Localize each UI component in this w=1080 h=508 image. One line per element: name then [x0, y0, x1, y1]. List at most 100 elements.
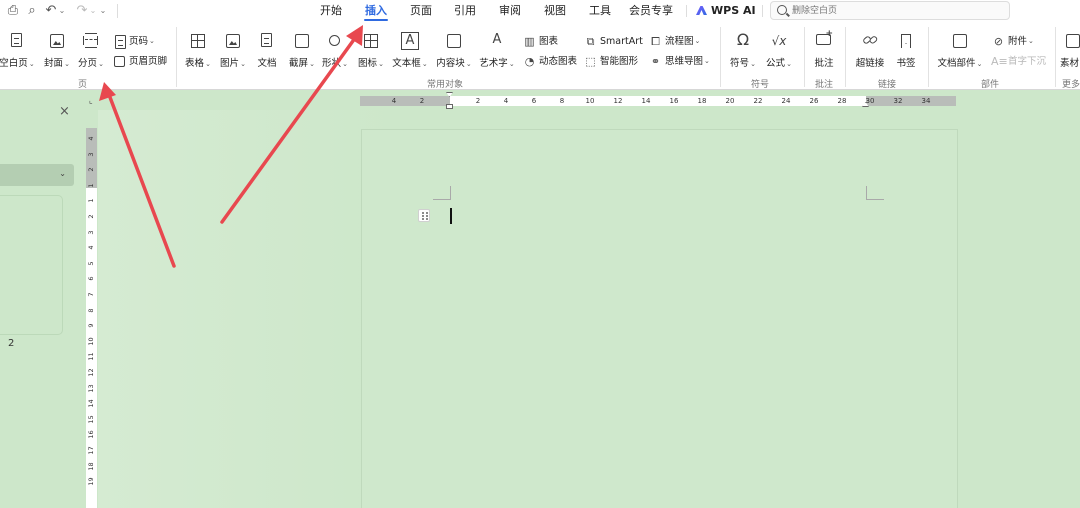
flowchart-label: 流程图 — [665, 36, 694, 47]
vruler-tick-label: 11 — [87, 352, 95, 362]
tab-insert[interactable]: 插入 — [361, 0, 391, 22]
picture-label: 图片 — [220, 58, 240, 69]
formula-button[interactable]: √x 公式⌄ — [763, 32, 795, 69]
tab-view[interactable]: 视图 — [540, 0, 570, 22]
flowchart-icon: ⧠ — [651, 35, 660, 48]
flowchart-button[interactable]: ⧠ 流程图 ⌄ — [648, 34, 700, 49]
dynamic-chart-icon: ◔ — [524, 55, 535, 68]
table-button[interactable]: 表格⌄ — [183, 32, 213, 69]
ruler-tick-label: 4 — [391, 97, 397, 105]
page-thumbnail[interactable] — [0, 196, 62, 334]
search-box[interactable] — [770, 1, 1010, 20]
tab-home[interactable]: 开始 — [316, 0, 346, 22]
page-break-button[interactable]: 分页⌄ — [77, 32, 105, 69]
text-cursor — [450, 208, 452, 224]
group-label-more: 更多 — [1062, 80, 1080, 90]
ruler-tick-label: 24 — [781, 97, 791, 105]
smart-shape-label: 智能图形 — [600, 56, 639, 67]
screenshot-label: 截屏 — [289, 58, 309, 69]
material-label: 素材 — [1060, 58, 1080, 69]
cover-button[interactable]: 封面⌄ — [42, 32, 72, 69]
group-separator — [720, 27, 721, 87]
ruler-tick-label: 2 — [475, 97, 481, 105]
material-icon — [1064, 32, 1080, 50]
hyperlink-icon — [861, 32, 879, 50]
content-block-button[interactable]: 内容块⌄ — [435, 32, 473, 69]
ruler-tick-label: 8 — [559, 97, 565, 105]
tab-references[interactable]: 引用 — [450, 0, 480, 22]
tab-wps-ai[interactable]: WPS AI — [696, 0, 756, 22]
textbox-button[interactable]: A 文本框⌄ — [391, 32, 429, 69]
vruler-tick-label: 1 — [87, 183, 95, 188]
header-footer-button[interactable]: 页眉页脚 — [112, 54, 167, 69]
bookmark-icon — [897, 32, 915, 50]
vruler-tick-label: 4 — [87, 136, 95, 141]
art-text-button[interactable]: A 艺术字⌄ — [479, 32, 515, 69]
symbol-button[interactable]: Ω 符号⌄ — [727, 30, 759, 70]
ruler-tick-label: 30 — [865, 97, 875, 105]
tab-tools[interactable]: 工具 — [585, 0, 615, 22]
ruler-left-margin — [360, 96, 450, 106]
tab-member[interactable]: 会员专享 — [628, 0, 674, 22]
tab-stop-selector-icon[interactable]: ⌞ — [89, 96, 93, 105]
vruler-tick-label: 5 — [87, 261, 95, 266]
screenshot-button[interactable]: 截屏⌄ — [287, 32, 317, 69]
undo-icon[interactable]: ↶ — [45, 3, 57, 19]
redo-dropdown-icon[interactable]: ⌄ — [89, 3, 97, 19]
document-button[interactable]: 文档 — [254, 32, 280, 69]
margin-corner-top-right — [866, 186, 884, 200]
ruler-tick-label: 32 — [893, 97, 903, 105]
vruler-tick-label: 10 — [87, 337, 95, 346]
icon-button[interactable]: 图标⌄ — [356, 32, 386, 69]
document-parts-button[interactable]: 文档部件⌄ — [935, 32, 985, 69]
close-nav-pane-icon[interactable]: × — [59, 104, 70, 119]
omega-icon: Ω — [736, 30, 750, 49]
picture-button[interactable]: 图片⌄ — [218, 32, 248, 69]
vertical-ruler[interactable]: 4 3 2 1 1 2 3 4 5 6 7 8 9 10 11 12 13 14 15 16 17 18 19 — [86, 128, 97, 508]
tab-review[interactable]: 审阅 — [495, 0, 525, 22]
ruler-tick-label: 22 — [753, 97, 763, 105]
nav-pane-selector[interactable]: ⌄ — [0, 164, 74, 186]
vruler-tick-label: 15 — [87, 415, 95, 424]
ruler-tick-label: 20 — [725, 97, 735, 105]
bookmark-button[interactable]: 书签 — [892, 32, 920, 69]
ruler-tick-label: 26 — [809, 97, 819, 105]
page-break-label: 分页 — [78, 58, 98, 69]
shape-button[interactable]: 形状⌄ — [320, 32, 350, 69]
redo-icon[interactable]: ↷ — [76, 3, 88, 19]
attachment-button[interactable]: ⊘ 附件 ⌄ — [991, 34, 1034, 49]
vruler-tick-label: 17 — [87, 446, 95, 455]
chart-button[interactable]: ▥ 图表 — [522, 34, 558, 49]
document-parts-icon — [951, 32, 969, 50]
cover-icon — [48, 32, 66, 50]
horizontal-ruler[interactable]: 4 2 2 4 6 8 10 12 14 16 18 20 22 24 26 28 30 32 34 — [360, 92, 956, 109]
drop-cap-icon: A≡ — [991, 55, 1008, 68]
document-icon — [258, 32, 276, 50]
group-separator — [804, 27, 805, 87]
mindmap-button[interactable]: ⚭ 思维导图 ⌄ — [648, 54, 710, 69]
group-label-common-objects: 常用对象 — [426, 80, 463, 90]
smart-shape-button[interactable]: ⬚ 智能图形 — [583, 54, 638, 69]
page-number-button[interactable]: 页码 ⌄ — [112, 34, 155, 49]
ruler-tick-label: 12 — [613, 97, 623, 105]
table-label: 表格 — [185, 58, 205, 69]
paragraph-drag-handle-icon[interactable] — [418, 209, 430, 222]
search-input[interactable] — [792, 3, 1002, 18]
print-icon[interactable]: ⎙ — [6, 3, 20, 19]
customize-toolbar-icon[interactable]: ⌄ — [98, 3, 108, 19]
comment-button[interactable]: 批注 — [810, 29, 838, 69]
group-separator — [845, 27, 846, 87]
print-preview-icon[interactable]: ⌕ — [25, 3, 39, 19]
drop-cap-button[interactable]: A≡ 首字下沉 — [991, 54, 1046, 69]
material-button[interactable]: 素材 — [1060, 32, 1080, 69]
tab-page[interactable]: 页面 — [406, 0, 436, 22]
smartart-button[interactable]: ⧉ SmartArt — [583, 34, 643, 49]
hanging-indent-marker[interactable] — [446, 104, 453, 109]
dynamic-chart-button[interactable]: ◔ 动态图表 — [522, 54, 577, 69]
tab-separator — [762, 5, 763, 17]
hyperlink-label: 超链接 — [855, 58, 885, 69]
art-text-icon: A — [492, 32, 502, 47]
blank-page-button[interactable]: 空白页⌄ — [0, 32, 37, 69]
hyperlink-button[interactable]: 超链接 — [853, 32, 887, 69]
undo-dropdown-icon[interactable]: ⌄ — [58, 3, 66, 19]
